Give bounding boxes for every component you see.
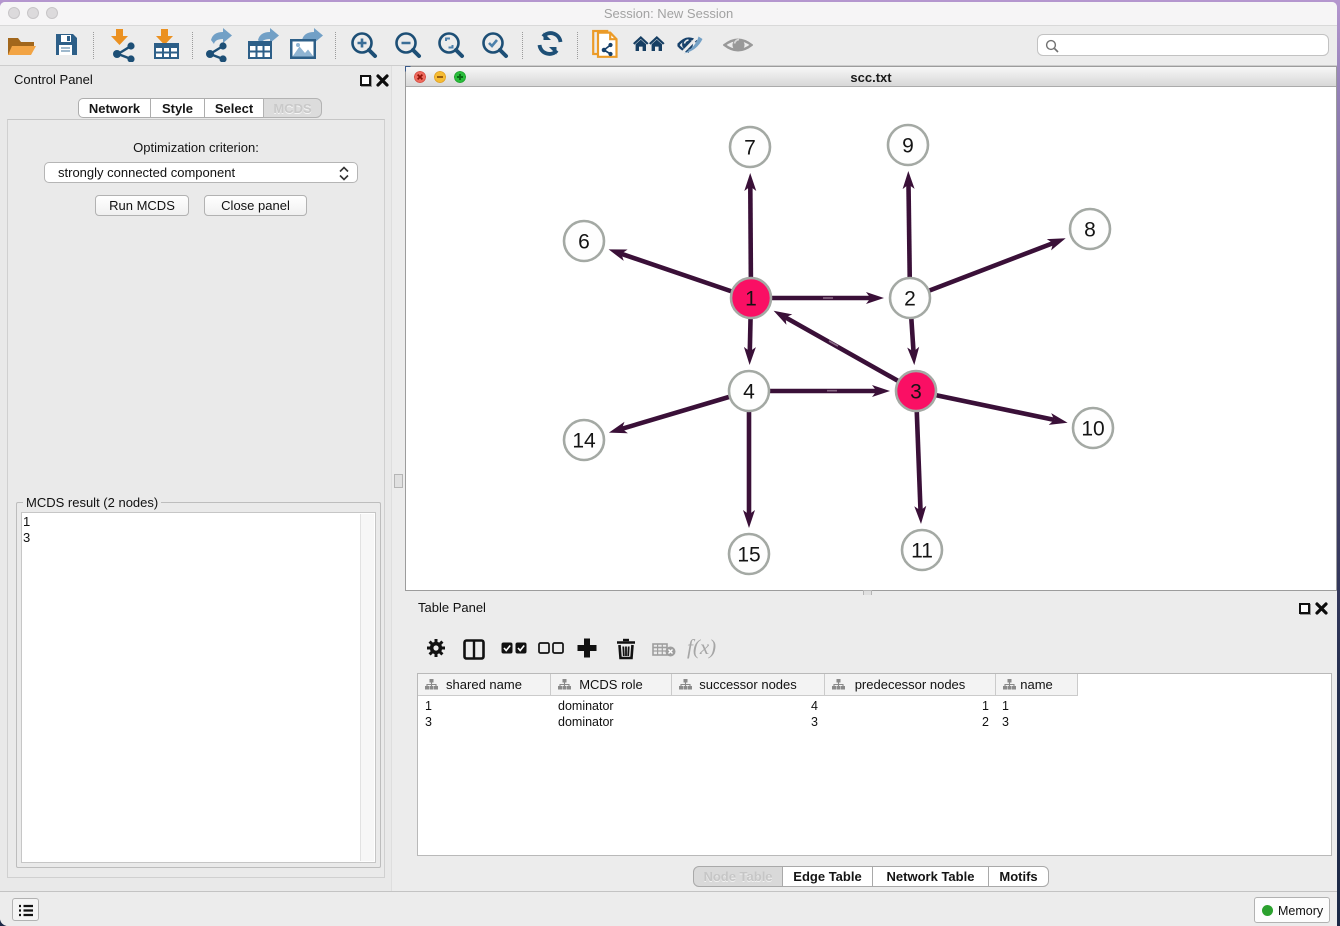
svg-text:9: 9 — [902, 135, 914, 158]
svg-text:11: 11 — [911, 540, 933, 563]
svg-text:6: 6 — [578, 231, 590, 254]
svg-text:2: 2 — [904, 288, 916, 311]
svg-text:4: 4 — [743, 381, 755, 404]
svg-text:14: 14 — [572, 430, 596, 453]
svg-text:1: 1 — [745, 288, 757, 311]
svg-text:3: 3 — [910, 381, 922, 404]
svg-text:8: 8 — [1084, 219, 1096, 242]
svg-text:15: 15 — [737, 544, 760, 567]
svg-text:7: 7 — [744, 137, 756, 160]
svg-text:10: 10 — [1081, 418, 1104, 441]
